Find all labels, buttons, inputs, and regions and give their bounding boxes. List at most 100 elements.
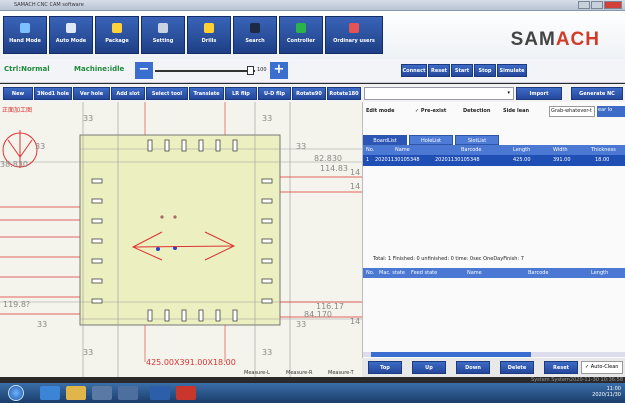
package-icon [112,23,122,33]
windows-taskbar: 11:00 2020/11/30 [0,383,625,403]
edit-toolbar: New 3Nod1 hole Ver hole Add slot Select … [0,84,625,102]
tray-date: 2020/11/30 [592,392,621,398]
machine-status: Machine:idle [74,65,125,73]
rotate90-button[interactable]: Rotate90 [292,87,326,100]
col-no: No. [366,147,375,153]
dim-label: 33 [83,114,94,123]
totals-text: Total: 1 Finished: 0 unfinished: 0 time:… [373,256,524,262]
ver-hole-button[interactable]: Ver hole [73,87,110,100]
col-no: No. [366,270,375,276]
speed-minus-button[interactable]: − [135,62,153,79]
cell-thickness: 18.00 [595,157,610,163]
folder-icon[interactable] [66,386,86,400]
top-button[interactable]: Top [368,361,402,374]
horizontal-scrollbar[interactable] [363,352,625,357]
package-button[interactable]: Package [95,16,139,54]
col-thickness: Thickness [591,147,616,153]
measure-row: Measure-L Measure-R Measure-T [230,370,362,378]
down-button[interactable]: Down [456,361,490,374]
measure-t[interactable]: Measure-T [328,370,354,376]
ie-icon[interactable] [40,386,60,400]
translate-button[interactable]: Translate [189,87,224,100]
rotate180-button[interactable]: Rotate180 [327,87,361,100]
ctrl-status: Ctrl:Normal [4,65,50,73]
dim-label: 38.830 [0,160,28,169]
reset-button[interactable]: Reset [428,64,450,77]
tab-holelist[interactable]: HoleList [409,135,453,145]
window-title: SAMACH CNC CAM software [14,2,84,8]
drawing-canvas[interactable]: 正面加工图 33 33 33 33 33 33 33 33 14 14 14 8… [0,102,362,377]
simulate-button[interactable]: Simulate [497,64,527,77]
samach-app-icon[interactable] [176,386,196,400]
delete-button[interactable]: Delete [500,361,534,374]
tab-slotlist[interactable]: SlotList [455,135,499,145]
auto-clean-checkbox[interactable]: ✓ Auto-Clean [581,361,623,374]
grab-whatever-select[interactable]: Grab-whatever-t [549,106,595,117]
pre-exist-checkbox[interactable]: ✓ Pre-exist [415,108,446,114]
col-length: Length [513,147,531,153]
minimize-button[interactable] [578,1,590,9]
tab-boardlist[interactable]: BoardList [363,135,407,145]
user-icon [349,23,359,33]
search-icon [250,23,260,33]
dim-label: 33 [35,142,46,151]
generate-nc-button[interactable]: Generate NC [571,87,623,100]
samach-logo: SAMACH [510,29,600,50]
3nod1-hole-button[interactable]: 3Nod1 hole [34,87,72,100]
status-row: Ctrl:Normal Machine:idle − 100 + Connect… [0,59,625,83]
dim-label: 14 [350,182,361,191]
speed-value: 100 [257,67,267,73]
tray-clock[interactable]: 11:00 2020/11/30 [592,386,621,398]
clear-button[interactable]: ear lo [597,106,625,117]
start-button[interactable] [8,385,24,401]
speed-slider-thumb[interactable] [247,66,254,75]
dim-label: 14 [350,168,361,177]
start-button[interactable]: Start [451,64,473,77]
search-button[interactable]: Search [233,16,277,54]
hand-mode-button[interactable]: Hand Mode [3,16,47,54]
measure-l[interactable]: Measure-L [244,370,270,376]
new-button[interactable]: New [3,87,33,100]
scrollbar-thumb[interactable] [371,352,531,357]
file-select[interactable]: ▾ [364,87,514,100]
part-drawing[interactable] [0,102,362,377]
col-name: Name [395,147,410,153]
speed-plus-button[interactable]: + [270,62,288,79]
edit-options-row: Edit mode ✓ Pre-exist Detection Side lea… [363,106,625,118]
speed-slider-track[interactable] [155,70,255,72]
auto-mode-button[interactable]: Auto Mode [49,16,93,54]
ordinary-users-button[interactable]: Ordinary users [325,16,383,54]
table-row[interactable]: 1 20201130105348 20201130105348 425.00 3… [363,155,625,166]
select-tool-button[interactable]: Select tool [146,87,188,100]
cell-width: 391.00 [553,157,571,163]
app-icon[interactable] [150,386,170,400]
side-lean-checkbox[interactable]: Side lean [503,108,529,114]
lr-flip-button[interactable]: LR flip [225,87,257,100]
media-icon[interactable] [92,386,112,400]
board-dimension: 425.00X391.00X18.00 [146,358,236,367]
network-icon[interactable] [118,386,138,400]
reset-list-button[interactable]: Reset [544,361,578,374]
add-slot-button[interactable]: Add slot [111,87,145,100]
cell-no: 1 [366,157,370,163]
import-button[interactable]: Import [516,87,562,100]
up-button[interactable]: Up [412,361,446,374]
cell-barcode: 20201130105348 [435,157,480,163]
ud-flip-button[interactable]: U-D flip [258,87,291,100]
maximize-button[interactable] [591,1,603,9]
detection-checkbox[interactable]: Detection [463,108,490,114]
drills-button[interactable]: Drills [187,16,231,54]
edit-mode-select[interactable]: Edit mode [366,108,394,114]
list-actions: Top Up Down Delete Reset ✓ Auto-Clean [362,358,625,377]
measure-r[interactable]: Measure-R [286,370,313,376]
col-mac-state: Mac. state [379,270,405,276]
col-name: Name [467,270,482,276]
setting-button[interactable]: Setting [141,16,185,54]
stop-button[interactable]: Stop [474,64,496,77]
close-button[interactable] [604,1,622,9]
controller-button[interactable]: Controller [279,16,323,54]
controller-icon [296,23,306,33]
dim-label: 119.8? [3,300,31,309]
connect-button[interactable]: Connect [401,64,427,77]
dim-label: 33 [83,348,94,357]
